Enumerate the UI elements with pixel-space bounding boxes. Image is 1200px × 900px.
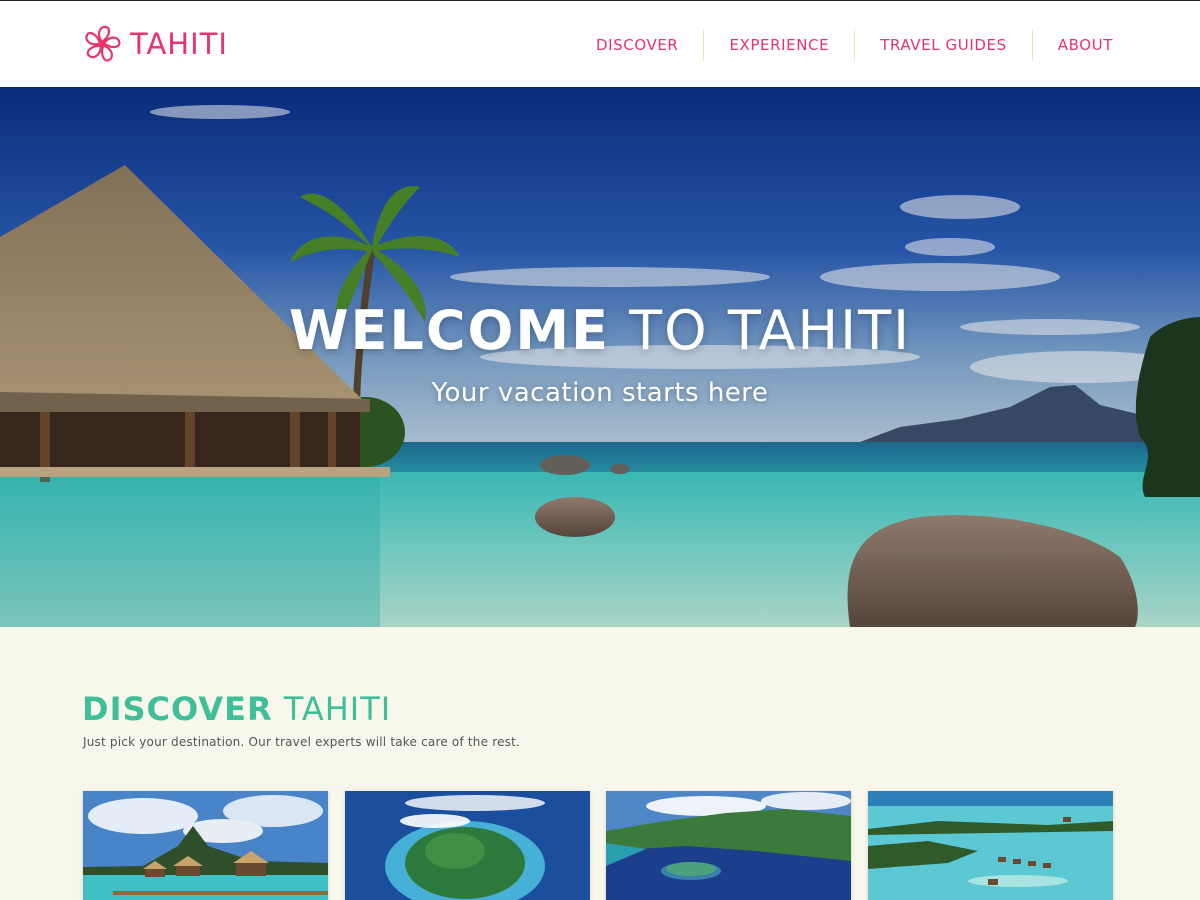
destination-card[interactable]: [606, 791, 851, 900]
overwater-bungalows-photo: [83, 791, 328, 900]
site-header: TAHITI DISCOVER EXPERIENCE TRAVEL GUIDES…: [0, 0, 1200, 87]
logo-text: TAHITI: [130, 27, 228, 61]
destination-card[interactable]: [83, 791, 328, 900]
discover-section: DISCOVER TAHITI Just pick your destinati…: [0, 627, 1200, 900]
discover-title: DISCOVER TAHITI: [82, 690, 391, 728]
main-nav: DISCOVER EXPERIENCE TRAVEL GUIDES ABOUT: [571, 29, 1138, 61]
destination-cards: [83, 791, 1113, 900]
hero-title-light: TO TAHITI: [629, 299, 912, 362]
island-aerial-photo: [345, 791, 590, 900]
destination-card[interactable]: [868, 791, 1113, 900]
hero-banner: WELCOME TO TAHITI Your vacation starts h…: [0, 87, 1200, 627]
logo[interactable]: TAHITI: [82, 23, 228, 65]
discover-title-light: TAHITI: [283, 690, 392, 728]
hero-title-strong: WELCOME: [288, 299, 610, 362]
hero-subtitle: Your vacation starts here: [431, 378, 769, 408]
nav-item-experience[interactable]: EXPERIENCE: [703, 29, 854, 61]
bay-mountains-photo: [606, 791, 851, 900]
atoll-resort-photo: [868, 791, 1113, 900]
nav-item-about[interactable]: ABOUT: [1031, 29, 1138, 61]
nav-item-discover[interactable]: DISCOVER: [571, 29, 703, 61]
hero-title: WELCOME TO TAHITI: [0, 299, 1200, 362]
destination-card[interactable]: [345, 791, 590, 900]
flower-icon: [85, 25, 121, 62]
nav-item-travel-guides[interactable]: TRAVEL GUIDES: [854, 29, 1032, 61]
discover-title-strong: DISCOVER: [82, 690, 273, 728]
discover-description: Just pick your destination. Our travel e…: [83, 735, 521, 749]
